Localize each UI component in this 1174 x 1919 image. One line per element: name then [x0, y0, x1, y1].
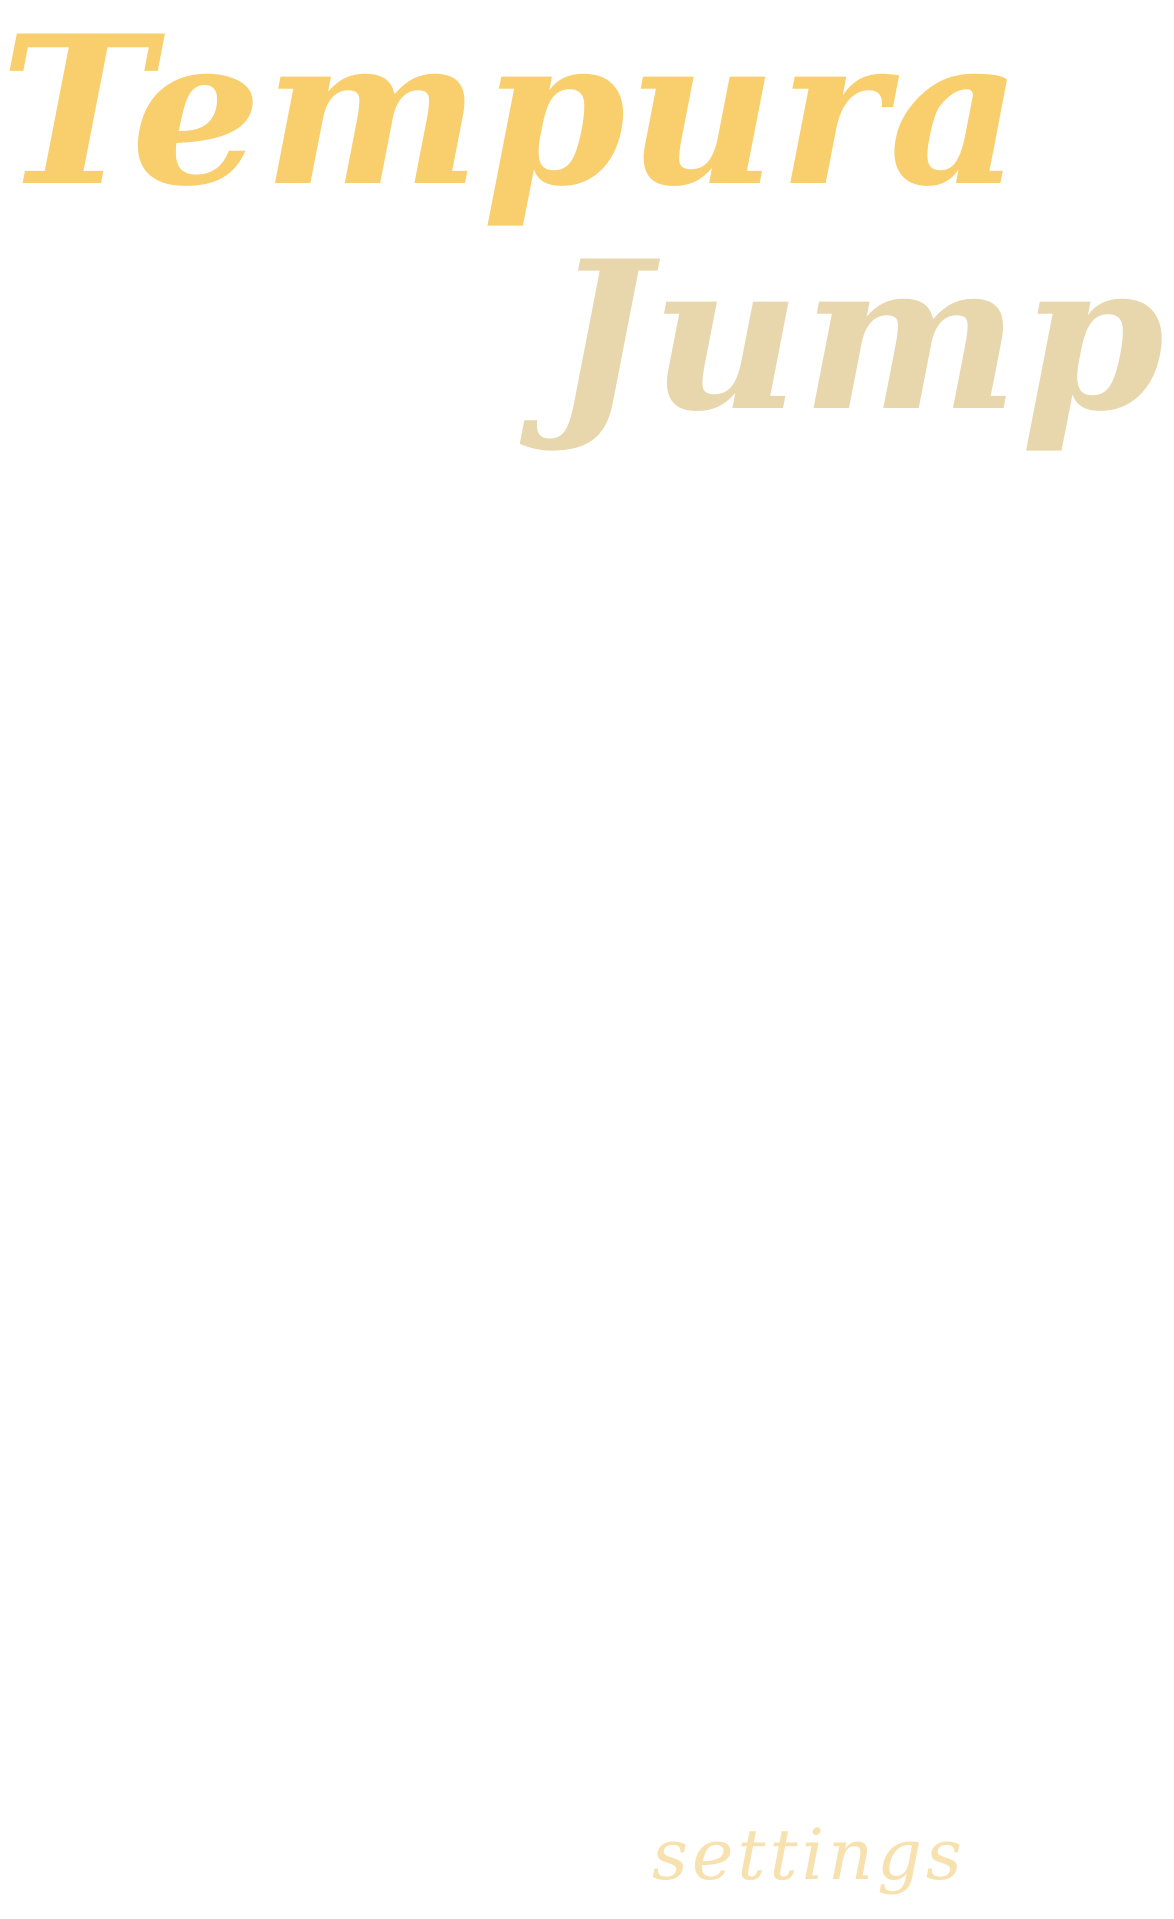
game-title-jump: Jump	[552, 217, 1167, 457]
settings-button[interactable]: settings	[652, 1820, 966, 1890]
game-title-screen: Tempura Jump settings	[0, 0, 1174, 1919]
game-title-tempura: Tempura	[0, 0, 1024, 232]
